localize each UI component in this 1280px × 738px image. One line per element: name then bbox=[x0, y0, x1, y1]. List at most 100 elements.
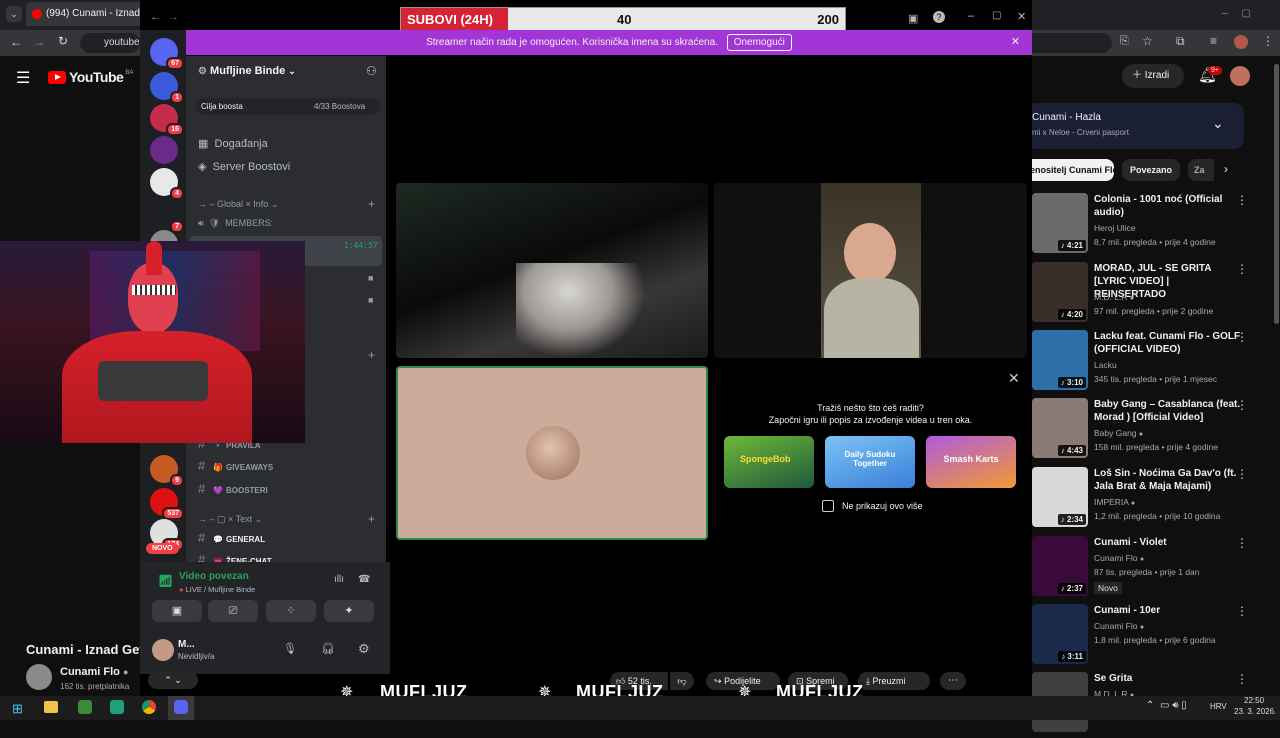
playlist-panel[interactable]: Cunami - Hazla mi x Neloe - Crveni paspo… bbox=[1026, 103, 1244, 149]
bookmark-star-icon[interactable]: ☆ bbox=[1142, 34, 1153, 48]
rec-channel[interactable]: Cunami Flo ● bbox=[1094, 621, 1144, 631]
soundboard-icon[interactable]: ıllı bbox=[334, 574, 344, 585]
dislike-button[interactable]: 👎︎ bbox=[670, 672, 694, 690]
discord-inbox-icon[interactable]: ▣ bbox=[908, 12, 918, 25]
discord-maximize-icon[interactable]: ▢ bbox=[992, 10, 1001, 21]
chip-1[interactable]: Povezano bbox=[1122, 159, 1180, 181]
invite-people-icon[interactable]: ⚇ bbox=[366, 64, 377, 78]
forward-icon[interactable]: → bbox=[33, 35, 45, 49]
tab-search-button[interactable]: ⌄ bbox=[6, 6, 22, 22]
create-button[interactable]: ＋ Izradi bbox=[1122, 64, 1184, 88]
clock-date[interactable]: 23. 3. 2026. bbox=[1234, 707, 1276, 716]
rec-thumbnail[interactable]: ♪ 3:11 bbox=[1032, 604, 1088, 664]
file-explorer-icon[interactable] bbox=[44, 701, 58, 713]
reload-icon[interactable]: ↻ bbox=[58, 34, 68, 48]
activity-close-icon[interactable]: ✕ bbox=[1008, 370, 1020, 387]
address-bar[interactable]: youtube bbox=[80, 33, 140, 53]
rec-thumbnail[interactable]: ♪ 4:43 bbox=[1032, 398, 1088, 458]
rec-channel[interactable]: Lacku bbox=[1094, 360, 1117, 370]
chip-0[interactable]: enositelj Cunami Flo bbox=[1026, 159, 1114, 181]
media-icon[interactable]: ≡ bbox=[1210, 34, 1217, 48]
rec-title[interactable]: Cunami - Violet bbox=[1094, 536, 1244, 549]
rec-video-item[interactable]: ♪ 4:20 MORAD, JUL - SE GRITA [LYRIC VIDEO… bbox=[1032, 262, 1280, 328]
events-link[interactable]: ▦ Događanja bbox=[198, 137, 268, 150]
extensions-icon[interactable]: ⧉ bbox=[1176, 34, 1185, 49]
install-icon[interactable]: ⎘ bbox=[1120, 35, 1129, 48]
user-name[interactable]: M... bbox=[178, 639, 195, 650]
rec-channel[interactable]: Heroj Ulice bbox=[1094, 223, 1136, 233]
rec-title[interactable]: Baby Gang – Casablanca (feat. Morad ) [O… bbox=[1094, 398, 1244, 424]
rec-title[interactable]: Lacku feat. Cunami Flo - GOLF (OFFICIAL … bbox=[1094, 330, 1244, 356]
video-tile-1[interactable] bbox=[396, 183, 708, 358]
dont-show-checkbox[interactable] bbox=[822, 500, 834, 512]
add-channel-icon[interactable]: + bbox=[368, 512, 375, 526]
discord-help-icon[interactable]: ? bbox=[933, 11, 945, 23]
back-icon[interactable]: ← bbox=[10, 35, 22, 49]
hamburger-menu-icon[interactable]: ☰ bbox=[16, 68, 30, 88]
fullscreen-toggle[interactable]: ⌃ ⌄ bbox=[148, 671, 198, 689]
server-icon[interactable]: 537 bbox=[150, 488, 184, 520]
download-button[interactable]: ⤓ Preuzmi bbox=[858, 672, 930, 690]
clock-time[interactable]: 22:50 bbox=[1244, 696, 1264, 705]
server-boosts-link[interactable]: ◈ Server Boostovi bbox=[198, 160, 290, 173]
chrome-icon[interactable] bbox=[142, 700, 156, 714]
rec-video-item[interactable]: ♪ 2:34 Loš Sin - Noćima Ga Dav'o (ft. Jal… bbox=[1032, 467, 1280, 533]
server-icon[interactable] bbox=[150, 136, 178, 164]
more-options-icon[interactable]: ⋮ bbox=[1236, 672, 1248, 686]
video-tile-3-camera-off[interactable] bbox=[396, 366, 708, 540]
more-options-icon[interactable]: ⋮ bbox=[1236, 467, 1248, 481]
effects-button[interactable]: ✦ bbox=[324, 600, 374, 622]
server-icon[interactable]: 7 bbox=[150, 201, 184, 233]
boost-goal-bar[interactable]: Cilja boosta 4/33 Boostova bbox=[196, 98, 380, 115]
chip-2[interactable]: Za bbox=[1188, 159, 1214, 181]
browser-tab-youtube[interactable]: (994) Cunami - Iznad Geta bbox=[26, 2, 146, 26]
more-options-icon[interactable]: ⋮ bbox=[1236, 536, 1248, 550]
add-channel-icon[interactable]: + bbox=[368, 348, 375, 362]
disable-streamer-button[interactable]: Onemogući bbox=[726, 34, 792, 51]
rec-video-item[interactable]: ♪ 3:11 Cunami - 10er Cunami Flo ● 1,8 mil. … bbox=[1032, 604, 1280, 670]
channel-item[interactable]: # 🎁 GIVEAWAYS bbox=[198, 458, 273, 473]
nav-forward-icon[interactable]: → bbox=[168, 11, 179, 23]
game-spongebob[interactable]: SpongeBob bbox=[724, 436, 814, 488]
tray-chevron-icon[interactable]: ⌃ bbox=[1146, 700, 1154, 711]
microphone-icon[interactable]: 🎙︎ bbox=[283, 642, 297, 655]
profile-avatar[interactable] bbox=[1234, 35, 1248, 49]
rec-video-item[interactable]: ♪ 3:10 Lacku feat. Cunami Flo - GOLF (OFF… bbox=[1032, 330, 1280, 396]
category-global[interactable]: → – Global × Info ⌄ bbox=[198, 199, 278, 210]
youtube-logo[interactable]: YouTube BA bbox=[48, 69, 133, 85]
server-icon[interactable]: 16 bbox=[150, 104, 184, 136]
headphones-icon[interactable]: 🎧︎ bbox=[321, 642, 335, 655]
rec-channel[interactable]: Baby Gang ● bbox=[1094, 428, 1143, 438]
rec-channel[interactable]: Cunami Flo ● bbox=[1094, 553, 1144, 563]
activities-button[interactable]: ⁘ bbox=[266, 600, 316, 622]
more-options-icon[interactable]: ⋮ bbox=[1236, 193, 1248, 207]
server-icon[interactable]: 4 bbox=[150, 168, 184, 200]
banner-close-icon[interactable]: ✕ bbox=[1011, 30, 1020, 55]
rec-title[interactable]: Loš Sin - Noćima Ga Dav'o (ft. Jala Brat… bbox=[1094, 467, 1244, 493]
channel-name[interactable]: Cunami Flo ● bbox=[60, 666, 128, 678]
more-options-icon[interactable]: ⋮ bbox=[1236, 262, 1248, 276]
more-options-icon[interactable]: ⋮ bbox=[1236, 398, 1248, 412]
chevron-right-icon[interactable]: › bbox=[1224, 162, 1228, 176]
more-actions-button[interactable]: ⋯ bbox=[940, 672, 966, 690]
rec-thumbnail[interactable]: ♪ 4:21 bbox=[1032, 193, 1088, 253]
rec-video-item[interactable]: ♪ 4:21 Colonia - 1001 noć (Official audio… bbox=[1032, 193, 1280, 259]
add-channel-icon[interactable]: + bbox=[368, 197, 375, 211]
channel-item[interactable]: # 💜 BOOSTERI bbox=[198, 481, 268, 496]
rec-title[interactable]: Colonia - 1001 noć (Official audio) bbox=[1094, 193, 1244, 219]
more-options-icon[interactable]: ⋮ bbox=[1236, 330, 1248, 344]
rec-video-item[interactable]: ♪ 4:43 Baby Gang – Casablanca (feat. Mora… bbox=[1032, 398, 1280, 464]
server-icon[interactable]: 1 bbox=[150, 72, 184, 104]
store-icon[interactable] bbox=[78, 700, 92, 714]
tray-icons[interactable]: ▭ 🔊︎ ▯ bbox=[1160, 700, 1187, 711]
rec-title[interactable]: Cunami - 10er bbox=[1094, 604, 1244, 617]
user-settings-gear-icon[interactable]: ⚙︎ bbox=[358, 641, 370, 657]
server-icon[interactable]: 9 bbox=[150, 455, 184, 487]
input-language[interactable]: HRV bbox=[1210, 702, 1227, 711]
server-header[interactable]: ⚙︎ Mufljine Binde ⌄ bbox=[198, 65, 296, 77]
video-tile-2[interactable] bbox=[714, 183, 1027, 358]
rec-channel[interactable]: IMPERIA ● bbox=[1094, 497, 1135, 507]
voice-channel-name[interactable]: ● LIVE / Mufljine Binde bbox=[179, 585, 255, 594]
category-text[interactable]: → – ▢ × Text ⌄ bbox=[198, 514, 262, 525]
voice-status[interactable]: Video povezan bbox=[179, 571, 249, 582]
